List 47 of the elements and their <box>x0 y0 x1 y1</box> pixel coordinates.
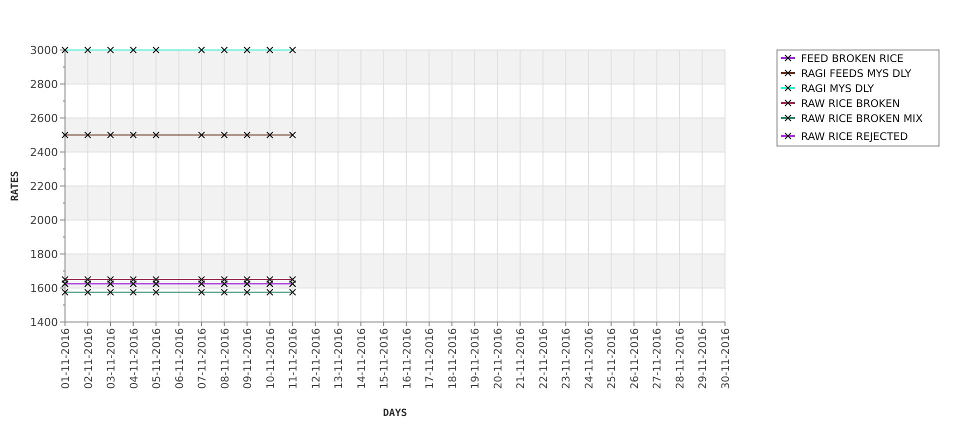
legend-label: RAGI MYS DLY <box>801 83 874 95</box>
x-tick-label: 10-11-2016 <box>264 328 277 390</box>
y-tick-label: 2600 <box>30 112 58 125</box>
x-tick-label: 12-11-2016 <box>310 328 322 390</box>
x-tick-label: 25-11-2016 <box>606 328 618 390</box>
y-axis-title: RATES <box>10 170 21 202</box>
x-tick-label: 07-11-2016 <box>196 328 209 390</box>
x-tick-label: 15-11-2016 <box>378 328 391 390</box>
legend-label: RAW RICE BROKEN <box>801 98 900 110</box>
x-axis-title: DAYS <box>382 408 408 419</box>
y-tick-label: 1400 <box>30 316 58 329</box>
legend-label: FEED BROKEN RICE <box>801 53 904 65</box>
x-tick-label: 13-11-2016 <box>333 328 346 390</box>
x-tick-label: 24-11-2016 <box>583 328 596 390</box>
x-tick-label: 21-11-2016 <box>515 328 528 390</box>
x-tick-label: 16-11-2016 <box>401 328 414 390</box>
x-tick-label: 22-11-2016 <box>538 328 550 390</box>
y-tick-label: 2400 <box>30 146 58 159</box>
legend-label: RAW RICE BROKEN MIX <box>801 113 923 125</box>
x-tick-label: 18-11-2016 <box>446 328 459 390</box>
x-tick-label: 29-11-2016 <box>697 328 710 390</box>
x-tick-label: 19-11-2016 <box>470 328 482 390</box>
x-tick-label: 26-11-2016 <box>628 328 641 390</box>
x-tick-label: 04-11-2016 <box>128 328 140 390</box>
x-tick-label: 09-11-2016 <box>242 328 254 390</box>
x-tick-label: 14-11-2016 <box>356 328 368 390</box>
x-tick-label: 20-11-2016 <box>492 328 504 390</box>
x-tick-label: 05-11-2016 <box>151 328 164 390</box>
x-tick-label: 08-11-2016 <box>219 328 232 390</box>
y-tick-label: 2800 <box>30 78 58 91</box>
x-tick-label: 03-11-2016 <box>106 328 118 390</box>
x-tick-label: 30-11-2016 <box>720 328 732 390</box>
legend-label: RAW RICE REJECTED <box>801 131 908 143</box>
y-tick-label: 2200 <box>30 180 58 193</box>
legend-label: RAGI FEEDS MYS DLY <box>801 68 912 80</box>
x-tick-label: 06-11-2016 <box>174 328 186 390</box>
x-tick-label: 01-11-2016 <box>60 328 72 390</box>
x-tick-label: 11-11-2016 <box>288 328 300 390</box>
x-tick-label: 02-11-2016 <box>82 328 95 390</box>
y-tick-label: 1600 <box>30 282 58 295</box>
x-tick-label: 28-11-2016 <box>674 328 686 390</box>
x-tick-label: 23-11-2016 <box>560 328 573 390</box>
y-tick-label: 3000 <box>30 44 58 57</box>
x-tick-label: 27-11-2016 <box>652 328 664 390</box>
y-tick-label: 2000 <box>30 214 58 227</box>
y-tick-label: 1800 <box>30 248 58 261</box>
x-tick-label: 17-11-2016 <box>424 328 436 390</box>
